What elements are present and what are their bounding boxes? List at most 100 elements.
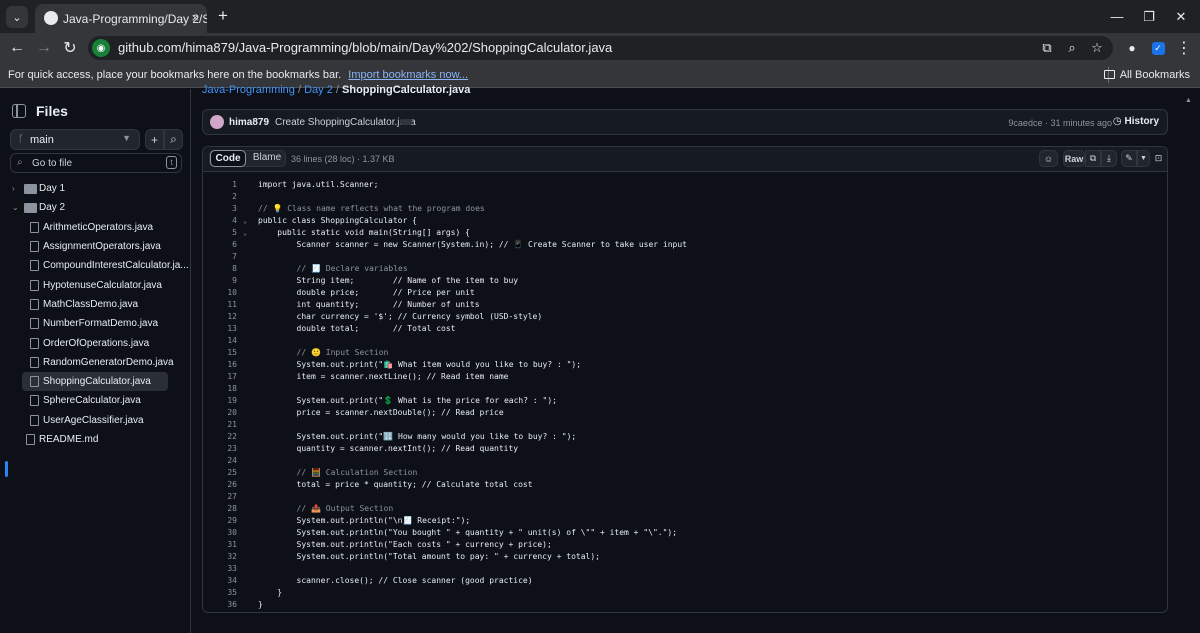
kebab-menu-icon[interactable]: ⋮	[1173, 37, 1195, 59]
line-number[interactable]: 34	[203, 575, 237, 587]
line-number[interactable]: 11	[203, 299, 237, 311]
tree-file[interactable]: SphereCalculator.java	[0, 391, 190, 410]
line-number[interactable]: 3	[203, 203, 237, 215]
symbols-panel-icon[interactable]: ⊡	[1153, 150, 1164, 167]
line-number[interactable]: 8	[203, 263, 237, 275]
new-tab-button[interactable]: +	[212, 5, 234, 27]
line-number[interactable]: 17	[203, 371, 237, 383]
line-number[interactable]: 31	[203, 539, 237, 551]
line-number[interactable]: 30	[203, 527, 237, 539]
tree-folder[interactable]: ⌄ Day 2	[0, 198, 190, 217]
forward-arrow-icon[interactable]: →	[33, 37, 55, 59]
tree-file[interactable]: UserAgeClassifier.java	[0, 411, 190, 430]
commit-author[interactable]: hima879	[229, 117, 269, 128]
profile-icon[interactable]: ●	[1121, 37, 1143, 59]
back-arrow-icon[interactable]: ←	[6, 37, 28, 59]
install-app-icon[interactable]: ⧉	[1038, 39, 1056, 57]
tree-file[interactable]: HypotenuseCalculator.java	[0, 275, 190, 294]
go-to-file-input[interactable]: ⌕ Go to file t	[10, 153, 182, 173]
expand-commit-button[interactable]	[400, 119, 412, 125]
line-number[interactable]: 33	[203, 563, 237, 575]
line-number[interactable]: 25	[203, 467, 237, 479]
raw-button[interactable]: Raw	[1063, 150, 1085, 167]
copilot-icon[interactable]: ☺	[1039, 150, 1058, 167]
close-window-icon[interactable]: ✕	[1162, 0, 1200, 33]
commit-message[interactable]: Create ShoppingCalculator.java	[275, 117, 416, 128]
copy-icon[interactable]: ⧉	[1085, 150, 1101, 167]
chevron-down-icon[interactable]: ⌄	[6, 6, 28, 28]
star-icon[interactable]: ☆	[1088, 39, 1106, 57]
history-icon: ◷	[1112, 116, 1122, 127]
fold-chevron-icon[interactable]: ⌄	[243, 227, 247, 239]
line-number[interactable]: 7	[203, 251, 237, 263]
line-number[interactable]: 2	[203, 191, 237, 203]
import-bookmarks-link[interactable]: Import bookmarks now...	[348, 69, 468, 81]
scroll-up-icon[interactable]: ▲	[1185, 97, 1192, 104]
site-info-icon[interactable]: ◉	[92, 39, 110, 57]
url-text[interactable]: github.com/hima879/Java-Programming/blob…	[118, 40, 612, 55]
line-number[interactable]: 28	[203, 503, 237, 515]
breadcrumb-repo[interactable]: Java-Programming	[202, 84, 295, 96]
line-number[interactable]: 20	[203, 407, 237, 419]
branch-selector[interactable]: ᚴ main ▼	[10, 129, 140, 150]
add-file-button[interactable]: +	[145, 129, 164, 150]
chevron-down-icon[interactable]: ▼	[1137, 150, 1150, 167]
tree-file[interactable]: README.md	[0, 430, 190, 449]
line-number[interactable]: 10	[203, 287, 237, 299]
tree-file[interactable]: RandomGeneratorDemo.java	[0, 353, 190, 372]
tree-file[interactable]: AssignmentOperators.java	[0, 237, 190, 256]
line-number[interactable]: 27	[203, 491, 237, 503]
line-number[interactable]: 35	[203, 587, 237, 599]
breadcrumb: Java-Programming / Day 2 / ShoppingCalcu…	[202, 84, 470, 96]
line-number[interactable]: 14	[203, 335, 237, 347]
line-number[interactable]: 15	[203, 347, 237, 359]
address-bar[interactable]: ◉ github.com/hima879/Java-Programming/bl…	[88, 36, 1113, 60]
history-button[interactable]: ◷ History	[1113, 116, 1159, 127]
fold-chevron-icon[interactable]: ⌄	[243, 215, 247, 227]
tree-file[interactable]: ShoppingCalculator.java	[22, 371, 168, 392]
line-number[interactable]: 22	[203, 431, 237, 443]
browser-tab[interactable]: Java-Programming/Day 2/Shop ×	[35, 4, 207, 33]
tree-folder[interactable]: › Day 1	[0, 179, 190, 198]
line-number[interactable]: 36	[203, 599, 237, 611]
line-number[interactable]: 13	[203, 323, 237, 335]
tree-file[interactable]: CompoundInterestCalculator.ja...	[0, 256, 190, 275]
tree-file[interactable]: OrderOfOperations.java	[0, 333, 190, 352]
line-number[interactable]: 9	[203, 275, 237, 287]
all-bookmarks-button[interactable]: All Bookmarks	[1103, 69, 1190, 81]
tab-code[interactable]: Code	[210, 150, 246, 167]
chevron-down-icon[interactable]: ⌄	[12, 203, 19, 212]
line-number[interactable]: 12	[203, 311, 237, 323]
reload-icon[interactable]: ↻	[59, 37, 81, 59]
commit-meta[interactable]: 9caedce · 31 minutes ago	[1008, 118, 1112, 128]
line-number[interactable]: 19	[203, 395, 237, 407]
download-icon[interactable]: ⤓	[1101, 150, 1117, 167]
line-number[interactable]: 21	[203, 419, 237, 431]
zoom-icon[interactable]: ⌕	[1063, 39, 1081, 57]
close-tab-icon[interactable]: ×	[191, 10, 199, 25]
search-icon[interactable]: ⌕	[164, 129, 183, 150]
line-number[interactable]: 6	[203, 239, 237, 251]
tab-blame[interactable]: Blame	[248, 152, 286, 163]
tree-file[interactable]: NumberFormatDemo.java	[0, 314, 190, 333]
line-number[interactable]: 29	[203, 515, 237, 527]
tree-file[interactable]: ArithmeticOperators.java	[0, 218, 190, 237]
edit-pencil-icon[interactable]: ✎	[1121, 150, 1137, 167]
line-number[interactable]: 23	[203, 443, 237, 455]
code-text: Scanner scanner = new Scanner(System.in)…	[258, 240, 687, 249]
breadcrumb-folder[interactable]: Day 2	[304, 84, 333, 96]
line-number[interactable]: 26	[203, 479, 237, 491]
avatar[interactable]	[210, 115, 224, 129]
line-number[interactable]: 4	[203, 215, 237, 227]
sidebar-toggle-icon[interactable]	[12, 104, 26, 118]
line-number[interactable]: 5	[203, 227, 237, 239]
chevron-right-icon[interactable]: ›	[12, 184, 15, 193]
line-number[interactable]: 32	[203, 551, 237, 563]
code-text: int quantity; // Number of units	[258, 300, 480, 309]
line-number[interactable]: 24	[203, 455, 237, 467]
line-number[interactable]: 1	[203, 179, 237, 191]
shield-check-icon[interactable]: ✓	[1147, 37, 1169, 59]
tree-file[interactable]: MathClassDemo.java	[0, 295, 190, 314]
line-number[interactable]: 18	[203, 383, 237, 395]
line-number[interactable]: 16	[203, 359, 237, 371]
